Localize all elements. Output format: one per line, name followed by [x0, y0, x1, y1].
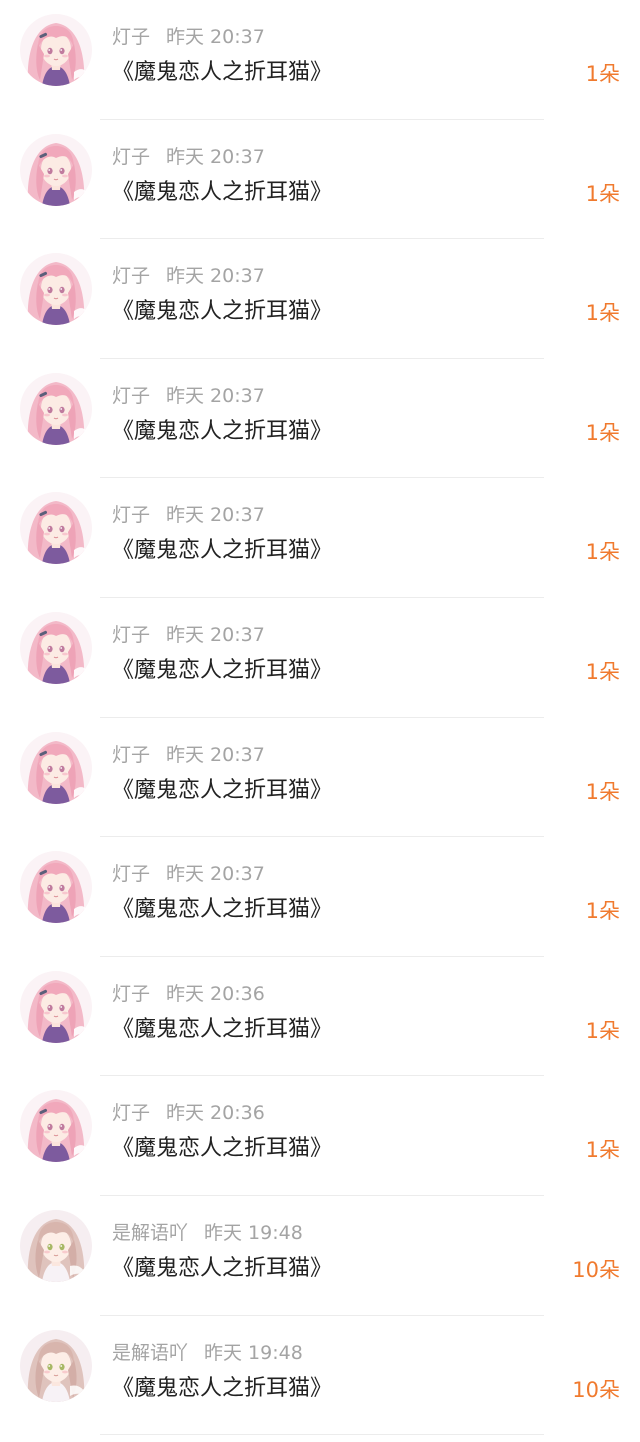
username[interactable]: 灯子	[112, 863, 150, 885]
list-item[interactable]: 灯子 昨天 20:37 《魔鬼恋人之折耳猫》 1朵	[0, 239, 640, 359]
timestamp: 昨天 20:37	[166, 265, 265, 288]
timestamp: 昨天 20:36	[166, 982, 265, 1005]
book-title[interactable]: 《魔鬼恋人之折耳猫》	[112, 1374, 332, 1404]
flower-count: 1朵	[585, 181, 620, 206]
item-meta: 灯子 昨天 20:36	[112, 1100, 265, 1126]
timestamp: 昨天 19:48	[204, 1341, 303, 1364]
list-item[interactable]: 是解语吖 昨天 19:48 《魔鬼恋人之折耳猫》 10朵	[0, 1316, 640, 1436]
username[interactable]: 灯子	[112, 744, 150, 766]
book-title[interactable]: 《魔鬼恋人之折耳猫》	[112, 1254, 332, 1284]
list-item[interactable]: 灯子 昨天 20:37 《魔鬼恋人之折耳猫》 1朵	[0, 598, 640, 718]
book-title[interactable]: 《魔鬼恋人之折耳猫》	[112, 178, 332, 208]
list-item[interactable]: 灯子 昨天 20:37 《魔鬼恋人之折耳猫》 1朵	[0, 718, 640, 838]
item-meta: 是解语吖 昨天 19:48	[112, 1220, 303, 1246]
flower-count: 1朵	[585, 540, 620, 565]
list-item[interactable]: 灯子 昨天 20:37 《魔鬼恋人之折耳猫》 1朵	[0, 837, 640, 957]
flower-count: 1朵	[585, 899, 620, 924]
item-meta: 灯子 昨天 20:37	[112, 622, 265, 648]
book-title[interactable]: 《魔鬼恋人之折耳猫》	[112, 1015, 332, 1045]
flower-count: 1朵	[585, 1018, 620, 1043]
username[interactable]: 灯子	[112, 504, 150, 526]
item-meta: 灯子 昨天 20:37	[112, 742, 265, 768]
item-meta: 是解语吖 昨天 19:48	[112, 1340, 303, 1366]
item-meta: 灯子 昨天 20:36	[112, 981, 265, 1007]
username[interactable]: 是解语吖	[112, 1222, 188, 1244]
item-meta: 灯子 昨天 20:37	[112, 144, 265, 170]
timestamp: 昨天 20:37	[166, 743, 265, 766]
flower-count: 1朵	[585, 62, 620, 86]
gift-record-list: 灯子 昨天 20:37 《魔鬼恋人之折耳猫》 1朵 灯子 昨天 20:37 《魔鬼恋…	[0, 0, 640, 1435]
avatar[interactable]	[20, 133, 92, 206]
flower-count: 10朵	[572, 1257, 620, 1282]
book-title[interactable]: 《魔鬼恋人之折耳猫》	[112, 417, 332, 447]
flower-count: 1朵	[585, 301, 620, 326]
list-item[interactable]: 灯子 昨天 20:37 《魔鬼恋人之折耳猫》 1朵	[0, 478, 640, 598]
username[interactable]: 灯子	[112, 26, 150, 48]
flower-count: 10朵	[572, 1377, 620, 1402]
username[interactable]: 是解语吖	[112, 1342, 188, 1364]
avatar[interactable]	[20, 1090, 92, 1163]
flower-count: 1朵	[585, 1138, 620, 1163]
timestamp: 昨天 20:37	[166, 145, 265, 168]
timestamp: 昨天 19:48	[204, 1221, 303, 1244]
list-item[interactable]: 是解语吖 昨天 19:48 《魔鬼恋人之折耳猫》 10朵	[0, 1196, 640, 1316]
timestamp: 昨天 20:37	[166, 26, 265, 48]
flower-count: 1朵	[585, 420, 620, 445]
avatar[interactable]	[20, 14, 92, 86]
item-meta: 灯子 昨天 20:37	[112, 383, 265, 409]
book-title[interactable]: 《魔鬼恋人之折耳猫》	[112, 656, 332, 686]
list-item[interactable]: 灯子 昨天 20:37 《魔鬼恋人之折耳猫》 1朵	[0, 0, 640, 120]
list-item[interactable]: 灯子 昨天 20:36 《魔鬼恋人之折耳猫》 1朵	[0, 1076, 640, 1196]
avatar[interactable]	[20, 851, 92, 924]
list-item[interactable]: 灯子 昨天 20:37 《魔鬼恋人之折耳猫》 1朵	[0, 359, 640, 479]
timestamp: 昨天 20:37	[166, 623, 265, 646]
avatar[interactable]	[20, 1209, 92, 1282]
username[interactable]: 灯子	[112, 1102, 150, 1124]
book-title[interactable]: 《魔鬼恋人之折耳猫》	[112, 297, 332, 327]
flower-count: 1朵	[585, 659, 620, 684]
book-title[interactable]: 《魔鬼恋人之折耳猫》	[112, 776, 332, 806]
username[interactable]: 灯子	[112, 385, 150, 407]
book-title[interactable]: 《魔鬼恋人之折耳猫》	[112, 536, 332, 566]
list-item[interactable]: 灯子 昨天 20:37 《魔鬼恋人之折耳猫》 1朵	[0, 120, 640, 240]
item-meta: 灯子 昨天 20:37	[112, 24, 265, 50]
avatar[interactable]	[20, 372, 92, 445]
avatar[interactable]	[20, 731, 92, 804]
item-meta: 灯子 昨天 20:37	[112, 502, 265, 528]
item-meta: 灯子 昨天 20:37	[112, 861, 265, 887]
username[interactable]: 灯子	[112, 983, 150, 1005]
username[interactable]: 灯子	[112, 146, 150, 168]
item-meta: 灯子 昨天 20:37	[112, 263, 265, 289]
username[interactable]: 灯子	[112, 624, 150, 646]
book-title[interactable]: 《魔鬼恋人之折耳猫》	[112, 895, 332, 925]
timestamp: 昨天 20:37	[166, 504, 265, 527]
flower-count: 1朵	[585, 779, 620, 804]
username[interactable]: 灯子	[112, 265, 150, 287]
avatar[interactable]	[20, 611, 92, 684]
timestamp: 昨天 20:36	[166, 1102, 265, 1125]
book-title[interactable]: 《魔鬼恋人之折耳猫》	[112, 1134, 332, 1164]
avatar[interactable]	[20, 492, 92, 565]
avatar[interactable]	[20, 970, 92, 1043]
avatar[interactable]	[20, 1329, 92, 1402]
timestamp: 昨天 20:37	[166, 863, 265, 886]
avatar[interactable]	[20, 253, 92, 326]
book-title[interactable]: 《魔鬼恋人之折耳猫》	[112, 58, 332, 88]
list-item[interactable]: 灯子 昨天 20:36 《魔鬼恋人之折耳猫》 1朵	[0, 957, 640, 1077]
timestamp: 昨天 20:37	[166, 384, 265, 407]
